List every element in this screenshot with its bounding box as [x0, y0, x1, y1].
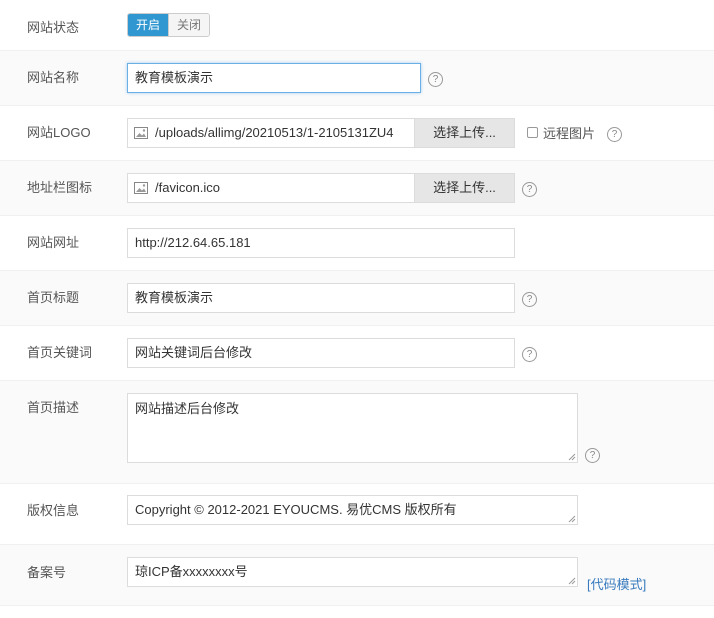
home-title-input[interactable]: 教育模板演示 — [127, 283, 515, 313]
image-icon — [128, 174, 154, 202]
row-home-title: 首页标题 教育模板演示 ? — [0, 271, 714, 326]
icp-label: 备案号 — [27, 565, 67, 580]
resize-handle-icon[interactable] — [568, 515, 576, 523]
icp-value: 琼ICP备xxxxxxxx号 — [135, 564, 248, 579]
help-icon[interactable]: ? — [522, 182, 537, 197]
resize-handle-icon[interactable] — [568, 453, 576, 461]
site-url-input[interactable]: http://212.64.65.181 — [127, 228, 515, 258]
status-on-button[interactable]: 开启 — [128, 14, 169, 36]
row-site-status: 网站状态 开启 关闭 — [0, 0, 714, 51]
status-off-button[interactable]: 关闭 — [168, 14, 210, 36]
help-icon[interactable]: ? — [522, 347, 537, 362]
help-icon[interactable]: ? — [607, 127, 622, 142]
row-home-keywords: 首页关键词 网站关键词后台修改 ? — [0, 326, 714, 381]
copyright-textarea[interactable]: Copyright © 2012-2021 EYOUCMS. 易优CMS 版权所… — [127, 495, 578, 525]
row-copyright: 版权信息 Copyright © 2012-2021 EYOUCMS. 易优CM… — [0, 484, 714, 545]
icp-textarea[interactable]: 琼ICP备xxxxxxxx号 — [127, 557, 578, 587]
row-site-name: 网站名称 教育模板演示 ? — [0, 51, 714, 106]
help-icon[interactable]: ? — [522, 292, 537, 307]
favicon-file-field: /favicon.ico 选择上传... — [127, 173, 515, 203]
image-icon — [128, 119, 154, 147]
home-description-textarea[interactable]: 网站描述后台修改 — [127, 393, 578, 463]
home-description-label: 首页描述 — [27, 400, 80, 415]
remote-image-checkbox[interactable]: 远程图片 — [527, 123, 595, 142]
favicon-upload-button[interactable]: 选择上传... — [414, 174, 514, 202]
row-icp: 备案号 琼ICP备xxxxxxxx号 [代码模式] — [0, 545, 714, 606]
settings-form: 网站状态 开启 关闭 网站名称 教育模板演示 ? 网站LOGO /uploads… — [0, 0, 714, 618]
site-status-toggle: 开启 关闭 — [127, 13, 211, 37]
logo-file-field: /uploads/allimg/20210513/1-2105131ZU4 选择… — [127, 118, 515, 148]
site-name-input[interactable]: 教育模板演示 — [127, 63, 421, 93]
help-icon[interactable]: ? — [585, 448, 600, 463]
favicon-path-input[interactable]: /favicon.ico — [154, 174, 414, 202]
home-keywords-label: 首页关键词 — [27, 345, 93, 360]
row-home-description: 首页描述 网站描述后台修改 ? — [0, 381, 714, 484]
home-title-label: 首页标题 — [27, 290, 80, 305]
row-site-logo: 网站LOGO /uploads/allimg/20210513/1-210513… — [0, 106, 714, 161]
site-logo-label: 网站LOGO — [27, 125, 91, 140]
home-keywords-input[interactable]: 网站关键词后台修改 — [127, 338, 515, 368]
copyright-label: 版权信息 — [27, 503, 80, 518]
logo-upload-button[interactable]: 选择上传... — [414, 119, 514, 147]
site-status-label: 网站状态 — [27, 20, 80, 35]
resize-handle-icon[interactable] — [568, 577, 576, 585]
site-url-label: 网站网址 — [27, 235, 80, 250]
row-favicon: 地址栏图标 /favicon.ico 选择上传... ? — [0, 161, 714, 216]
favicon-label: 地址栏图标 — [27, 180, 93, 195]
remote-image-label: 远程图片 — [543, 126, 596, 141]
checkbox-icon[interactable] — [527, 127, 538, 138]
logo-path-input[interactable]: /uploads/allimg/20210513/1-2105131ZU4 — [154, 119, 414, 147]
home-description-value: 网站描述后台修改 — [135, 401, 240, 416]
code-mode-link[interactable]: [代码模式] — [587, 574, 646, 593]
site-name-label: 网站名称 — [27, 70, 80, 85]
row-site-url: 网站网址 http://212.64.65.181 — [0, 216, 714, 271]
copyright-value: Copyright © 2012-2021 EYOUCMS. 易优CMS 版权所… — [135, 502, 457, 517]
help-icon[interactable]: ? — [428, 72, 443, 87]
